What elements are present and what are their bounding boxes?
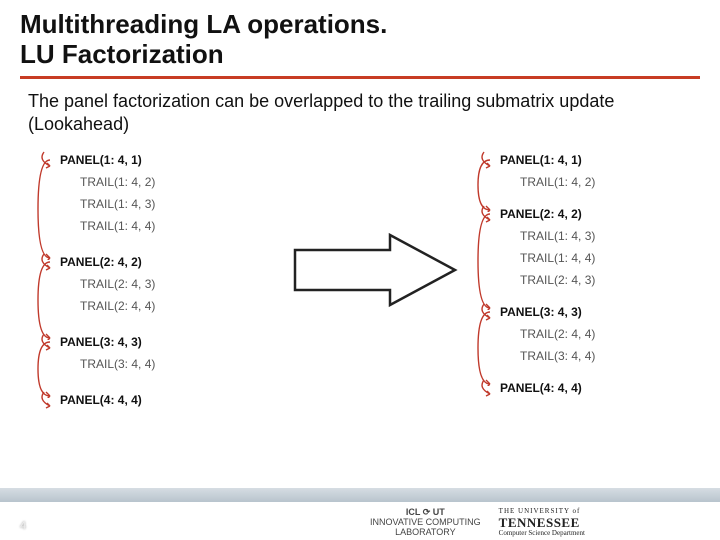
panel-step: PANEL(2: 4, 2) (60, 252, 142, 272)
icl-logo-line2: LABORATORY (370, 528, 481, 538)
panel-step: PANEL(1: 4, 1) (500, 150, 582, 170)
trail-step: TRAIL(3: 4, 4) (520, 346, 595, 366)
dependency-arrow-icon (42, 390, 62, 410)
title-line1: Multithreading LA operations. (20, 9, 387, 39)
footer-logos: ICL ⟳ UT INNOVATIVE COMPUTING LABORATORY… (370, 494, 710, 538)
ut-logo: THE UNIVERSITY of TENNESSEE Computer Sci… (499, 508, 585, 538)
dependency-bracket-icon (476, 310, 496, 386)
dependency-bracket-icon (476, 212, 496, 310)
panel-step: PANEL(3: 4, 3) (500, 302, 582, 322)
page-number: 4 (20, 520, 26, 532)
trail-step: TRAIL(1: 4, 2) (520, 172, 595, 192)
diagram: PANEL(1: 4, 1)TRAIL(1: 4, 2)TRAIL(1: 4, … (40, 150, 680, 450)
trail-step: TRAIL(1: 4, 4) (80, 216, 155, 236)
trail-step: TRAIL(2: 4, 3) (80, 274, 155, 294)
icl-logo: ICL ⟳ UT INNOVATIVE COMPUTING LABORATORY (370, 508, 481, 538)
dependency-arrow-icon (482, 378, 502, 398)
slide-title: Multithreading LA operations. LU Factori… (20, 10, 387, 70)
title-line2: LU Factorization (20, 39, 224, 69)
trail-step: TRAIL(3: 4, 4) (80, 354, 155, 374)
panel-step: PANEL(4: 4, 4) (500, 378, 582, 398)
panel-step: PANEL(2: 4, 2) (500, 204, 582, 224)
panel-step: PANEL(4: 4, 4) (60, 390, 142, 410)
ut-logo-dept: Computer Science Department (499, 530, 585, 538)
slide-subtitle: The panel factorization can be overlappe… (28, 90, 688, 137)
trail-step: TRAIL(1: 4, 4) (520, 248, 595, 268)
trail-step: TRAIL(2: 4, 4) (520, 324, 595, 344)
panel-step: PANEL(1: 4, 1) (60, 150, 142, 170)
panel-step: PANEL(3: 4, 3) (60, 332, 142, 352)
transform-arrow-icon (290, 230, 460, 310)
dependency-bracket-icon (36, 158, 56, 260)
ut-logo-name: TENNESSEE (499, 516, 585, 530)
trail-step: TRAIL(1: 4, 3) (80, 194, 155, 214)
trail-step: TRAIL(2: 4, 3) (520, 270, 595, 290)
dependency-bracket-icon (36, 260, 56, 340)
trail-step: TRAIL(1: 4, 3) (520, 226, 595, 246)
trail-step: TRAIL(1: 4, 2) (80, 172, 155, 192)
trail-step: TRAIL(2: 4, 4) (80, 296, 155, 316)
title-underline (20, 76, 700, 79)
